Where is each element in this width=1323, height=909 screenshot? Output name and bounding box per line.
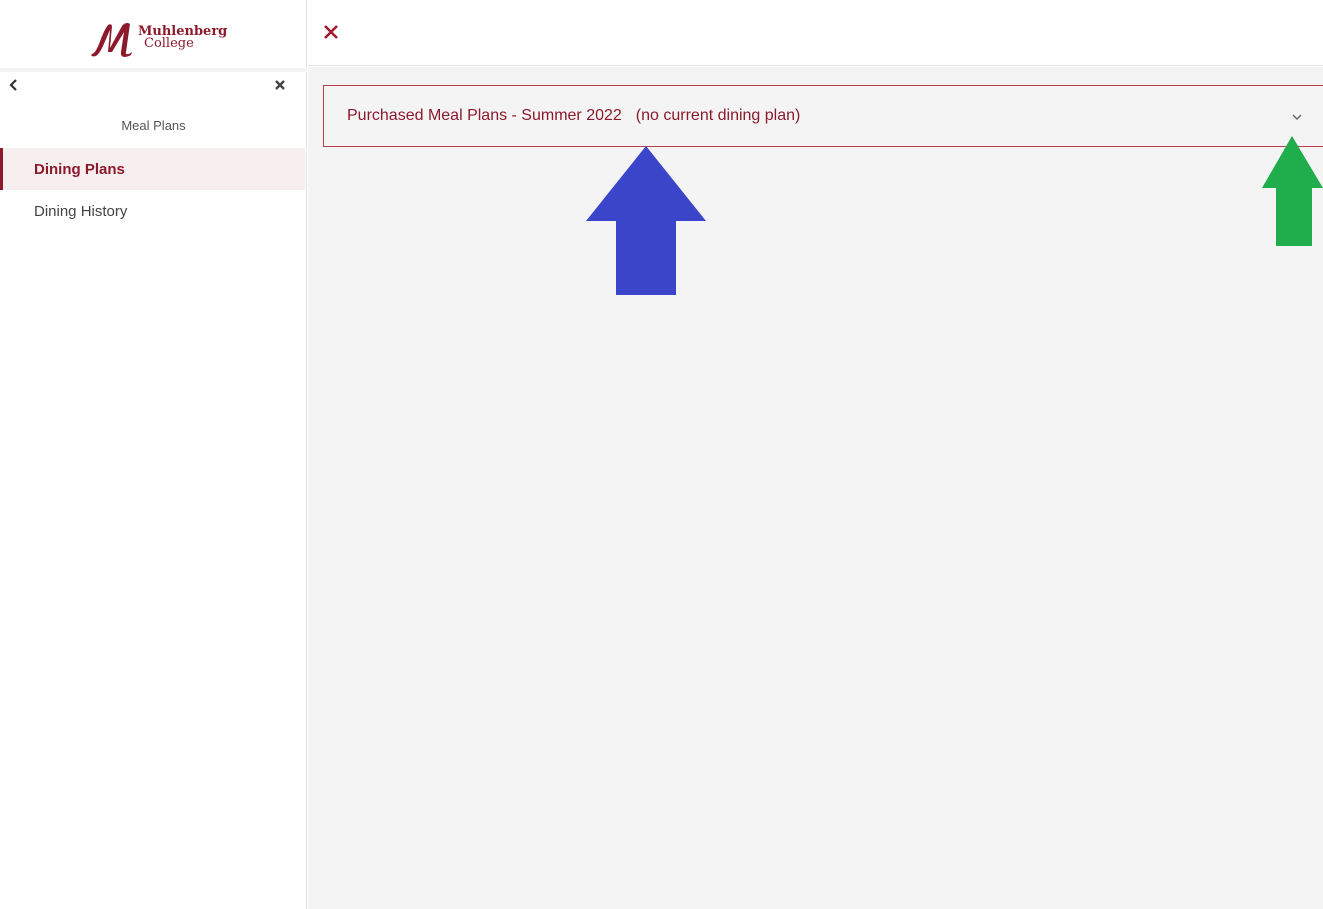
sidebar-item-dining-plans[interactable]: Dining Plans — [0, 148, 305, 190]
close-icon[interactable] — [322, 18, 344, 44]
sidebar-item-dining-history[interactable]: Dining History — [0, 190, 305, 232]
chevron-left-icon[interactable] — [8, 78, 22, 96]
sidebar-item-label: Dining Plans — [34, 160, 125, 178]
muhlenberg-m-logo-icon — [91, 22, 132, 57]
blue-arrow-icon — [586, 146, 706, 295]
accordion-title: Purchased Meal Plans - Summer 2022 — [347, 107, 622, 124]
college-name: Muhlenberg College — [138, 25, 227, 51]
chevron-down-icon[interactable] — [1291, 110, 1305, 124]
top-bar — [308, 0, 1323, 66]
close-icon[interactable] — [274, 78, 290, 96]
accordion-subtitle: (no current dining plan) — [635, 107, 801, 124]
sidebar-item-label: Dining History — [34, 202, 128, 220]
meal-plans-accordion[interactable]: Purchased Meal Plans - Summer 2022 (no c… — [323, 85, 1323, 147]
sidebar: Muhlenberg College Meal Plans Dining Pla… — [0, 0, 307, 909]
sidebar-divider — [0, 68, 307, 72]
sidebar-section-title: Meal Plans — [121, 118, 186, 133]
college-logo[interactable]: Muhlenberg College — [88, 14, 248, 62]
college-name-line2: College — [144, 36, 194, 51]
green-arrow-icon — [1262, 136, 1323, 246]
main-content: Purchased Meal Plans - Summer 2022 (no c… — [308, 67, 1323, 909]
